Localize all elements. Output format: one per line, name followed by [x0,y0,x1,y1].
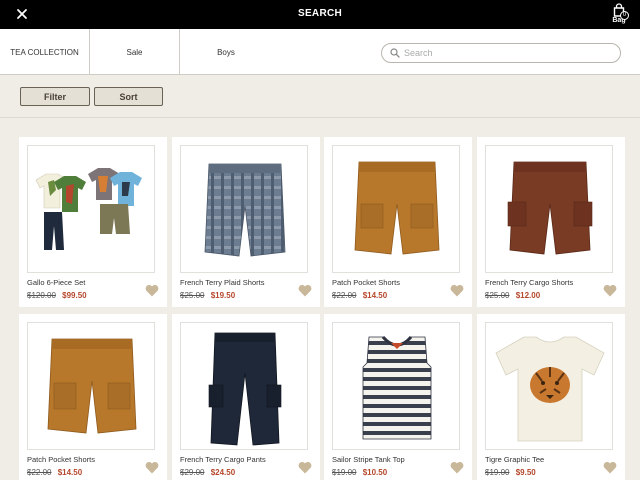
product-name: Tigre Graphic Tee [485,455,545,464]
favorite-heart-icon[interactable] [450,461,464,474]
product-image-outfit-set [27,145,155,273]
product-name: Gallo 6-Piece Set [27,278,86,287]
bag-button[interactable]: 0 Bag [608,3,630,27]
product-name: Patch Pocket Shorts [27,455,95,464]
product-card[interactable]: Tigre Graphic Tee $19.00 $9.50 [477,314,625,480]
product-prices: $29.00 $24.50 [180,468,235,477]
product-image-plaid-shorts [180,145,308,273]
search-box[interactable] [381,43,621,63]
original-price: $29.00 [180,468,205,477]
search-icon [390,48,400,58]
sale-price: $24.50 [210,468,236,477]
product-prices: $25.00 $12.00 [485,291,540,300]
product-name: French Terry Cargo Shorts [485,278,574,287]
product-image-tan-shorts [332,145,460,273]
search-input[interactable] [404,48,604,58]
product-card[interactable]: Gallo 6-Piece Set $120.00 $99.50 [19,137,167,307]
sort-button[interactable]: Sort [94,87,163,106]
favorite-heart-icon[interactable] [145,284,159,297]
top-bar: SEARCH 0 Bag [0,0,640,29]
product-prices: $22.00 $14.50 [27,468,82,477]
product-image-tan-shorts [27,322,155,450]
product-card[interactable]: French Terry Cargo Shorts $25.00 $12.00 [477,137,625,307]
nav-item-tea-collection[interactable]: TEA COLLECTION [0,29,90,75]
sale-price: $10.50 [362,468,388,477]
product-grid: Gallo 6-Piece Set $120.00 $99.50 French … [0,119,640,480]
product-name: French Terry Cargo Pants [180,455,266,464]
product-prices: $19.00 $9.50 [485,468,536,477]
nav-item-boys[interactable]: Boys [180,29,272,75]
product-image-brown-cargo-shorts [485,145,613,273]
product-image-striped-tank [332,322,460,450]
product-card[interactable]: Sailor Stripe Tank Top $19.00 $10.50 [324,314,472,480]
sale-price: $9.50 [515,468,536,477]
original-price: $19.00 [485,468,510,477]
favorite-heart-icon[interactable] [603,284,617,297]
favorite-heart-icon[interactable] [603,461,617,474]
product-name: Sailor Stripe Tank Top [332,455,405,464]
original-price: $22.00 [27,468,52,477]
nav-item-sale[interactable]: Sale [90,29,180,75]
original-price: $25.00 [485,291,510,300]
sale-price: $19.50 [210,291,236,300]
original-price: $22.00 [332,291,357,300]
product-name: French Terry Plaid Shorts [180,278,265,287]
filter-button[interactable]: Filter [20,87,90,106]
product-prices: $25.00 $19.50 [180,291,235,300]
product-name: Patch Pocket Shorts [332,278,400,287]
sale-price: $14.50 [57,468,83,477]
product-prices: $19.00 $10.50 [332,468,387,477]
sale-price: $99.50 [62,291,87,300]
favorite-heart-icon[interactable] [298,284,312,297]
filter-bar: Filter Sort [0,76,640,118]
sale-price: $12.00 [515,291,541,300]
product-card[interactable]: Patch Pocket Shorts $22.00 $14.50 [19,314,167,480]
original-price: $120.00 [27,291,56,300]
page-title: SEARCH [297,8,343,19]
product-card[interactable]: French Terry Plaid Shorts $25.00 $19.50 [172,137,320,307]
original-price: $19.00 [332,468,357,477]
original-price: $25.00 [180,291,205,300]
product-image-navy-pants [180,322,308,450]
sale-price: $14.50 [362,291,388,300]
product-card[interactable]: Patch Pocket Shorts $22.00 $14.50 [324,137,472,307]
product-prices: $22.00 $14.50 [332,291,387,300]
bag-count-badge: 0 [620,11,629,20]
favorite-heart-icon[interactable] [450,284,464,297]
product-prices: $120.00 $99.50 [27,291,87,300]
favorite-heart-icon[interactable] [145,461,159,474]
favorite-heart-icon[interactable] [298,461,312,474]
product-image-tiger-tee [485,322,613,450]
product-card[interactable]: French Terry Cargo Pants $29.00 $24.50 [172,314,320,480]
